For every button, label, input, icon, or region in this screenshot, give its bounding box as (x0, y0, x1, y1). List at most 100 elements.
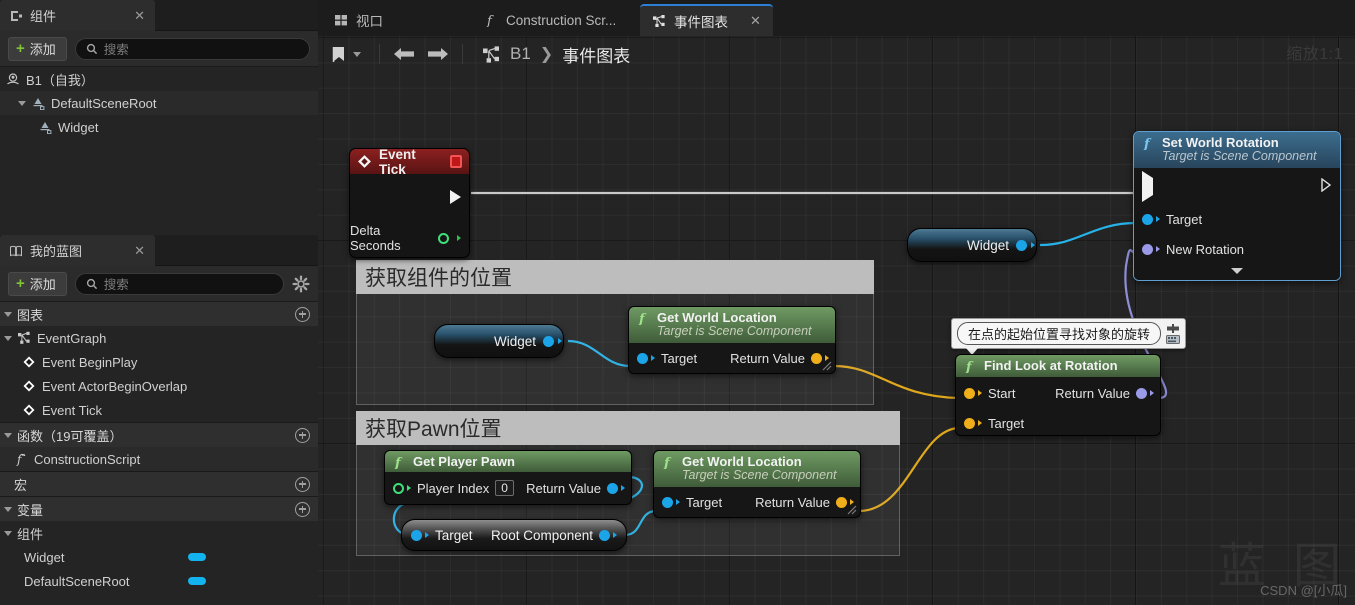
tab-construction-script[interactable]: f Construction Scr... (472, 4, 628, 36)
resize-grip-icon[interactable] (844, 502, 857, 515)
variable-item-defaultsceneroot[interactable]: DefaultSceneRoot (0, 569, 318, 593)
exec-out-pin[interactable] (450, 190, 461, 204)
pin-return-value-label: Return Value (526, 480, 601, 496)
pin-target-label: Target (988, 415, 1025, 431)
node-root-component-get[interactable]: Target Root Component (401, 519, 627, 551)
comment-box-pawn-location-title: 获取Pawn位置 (356, 411, 900, 445)
node-get-player-pawn[interactable]: f Get Player Pawn Player Index 0 Return … (384, 450, 632, 505)
pin-delta-seconds[interactable]: Delta Seconds (350, 223, 461, 253)
function-icon: f (484, 13, 498, 27)
exec-in-pin[interactable] (1142, 171, 1153, 202)
variable-type-pill (188, 577, 206, 585)
list-item-eventgraph[interactable]: EventGraph (0, 326, 318, 350)
pin-target[interactable]: Target (662, 491, 722, 513)
pin-dot[interactable] (411, 529, 422, 541)
blueprint-graph-canvas[interactable]: 获取组件的位置 获取Pawn位置 Event Tick Delta Second… (318, 36, 1355, 605)
node-set-world-rotation[interactable]: f Set World Rotation Target is Scene Com… (1133, 131, 1341, 281)
components-add-button[interactable]: + 添加 (8, 36, 67, 61)
node-event-tick-body: Delta Seconds (350, 174, 469, 257)
components-search-input[interactable]: 搜索 (74, 37, 310, 60)
node-event-tick[interactable]: Event Tick Delta Seconds (349, 148, 470, 258)
variable-item-widget[interactable]: Widget (0, 545, 318, 569)
back-button[interactable] (387, 41, 421, 67)
blueprint-editor-window: 组件 ✕ + 添加 搜索 B1（自我） DefaultSceneRoot Wid… (0, 0, 1355, 605)
chevron-down-icon (353, 51, 361, 57)
my-blueprint-tabbar: 我的蓝图 ✕ (0, 235, 318, 266)
list-item-event-beginplay-label: Event BeginPlay (42, 354, 138, 370)
blueprint-search-placeholder: 搜索 (103, 278, 129, 292)
bookmark-button[interactable] (326, 41, 372, 67)
chevron-down-icon[interactable] (18, 100, 26, 106)
pin-dot[interactable] (1016, 239, 1027, 251)
node-get-world-location-1[interactable]: f Get World Location Target is Scene Com… (628, 306, 836, 374)
pin-player-index[interactable]: Player Index 0 (393, 477, 514, 499)
section-variables[interactable]: 变量 (0, 497, 318, 521)
add-function-button[interactable] (295, 427, 310, 443)
chevron-down-icon[interactable] (4, 311, 12, 317)
pin-start[interactable]: Start (964, 382, 1015, 404)
chevron-down-icon[interactable] (4, 530, 12, 536)
pin-dot[interactable] (599, 529, 610, 541)
list-item-constructionscript[interactable]: f ConstructionScript (0, 447, 318, 471)
pin-return-value-label: Return Value (730, 350, 805, 366)
node-event-tick-header: Event Tick (350, 149, 469, 177)
breadcrumb-root[interactable]: B1 (510, 44, 531, 64)
add-variable-button[interactable] (295, 501, 310, 517)
scene-component-icon (31, 96, 45, 110)
pin-return-value[interactable]: Return Value (1055, 382, 1154, 404)
pin-return-value[interactable]: Return Value (526, 477, 625, 499)
tab-components-close[interactable]: ✕ (116, 9, 145, 22)
tab-my-blueprint[interactable]: 我的蓝图 ✕ (0, 235, 155, 266)
chevron-down-icon[interactable] (4, 335, 12, 341)
list-item-event-tick[interactable]: Event Tick (0, 398, 318, 422)
forward-button[interactable] (421, 41, 455, 67)
section-macros[interactable]: 宏 (0, 472, 318, 496)
pin-dot[interactable] (543, 335, 554, 347)
list-item-constructionscript-label: ConstructionScript (34, 451, 141, 467)
gear-icon[interactable] (292, 274, 310, 293)
expand-node-button[interactable] (1134, 268, 1340, 274)
tab-components[interactable]: 组件 ✕ (0, 0, 155, 31)
tree-item-defaultsceneroot[interactable]: DefaultSceneRoot (0, 91, 318, 115)
section-graphs[interactable]: 图表 (0, 302, 318, 326)
section-functions[interactable]: 函数（19可覆盖） (0, 423, 318, 447)
add-graph-button[interactable] (295, 306, 310, 322)
player-index-value-field[interactable]: 0 (495, 480, 514, 496)
pin-new-rotation[interactable]: New Rotation (1142, 238, 1244, 260)
node-body: Target New Rotation (1134, 168, 1340, 280)
list-item-event-actorbeginoverlap[interactable]: Event ActorBeginOverlap (0, 374, 318, 398)
pin-icon[interactable] (1166, 323, 1180, 333)
svg-text:f: f (1143, 137, 1152, 150)
tab-viewport[interactable]: 视口 (322, 4, 395, 36)
breakpoint-icon[interactable] (449, 155, 462, 168)
tab-my-blueprint-close[interactable]: ✕ (116, 244, 145, 257)
chevron-down-icon[interactable] (4, 432, 12, 438)
tab-viewport-label: 视口 (356, 14, 383, 29)
tree-item-widget[interactable]: Widget (0, 115, 318, 139)
pin-target[interactable]: Target (1142, 208, 1202, 230)
section-components-vars[interactable]: 组件 (0, 521, 318, 545)
resize-grip-icon[interactable] (819, 358, 832, 371)
keyboard-icon[interactable] (1166, 334, 1181, 344)
node-get-world-location-2[interactable]: f Get World Location Target is Scene Com… (653, 450, 861, 518)
pin-target[interactable]: Target (964, 412, 1024, 434)
blueprint-search-input[interactable]: 搜索 (74, 272, 284, 295)
node-widget-get-1[interactable]: Widget (434, 324, 564, 358)
list-item-event-beginplay[interactable]: Event BeginPlay (0, 350, 318, 374)
tab-event-graph[interactable]: 事件图表 ✕ (640, 4, 773, 36)
pin-return-value[interactable]: Return Value (730, 347, 829, 369)
tab-event-graph-label: 事件图表 (674, 15, 728, 30)
node-widget-get-2[interactable]: Widget (907, 228, 1037, 262)
chevron-down-icon[interactable] (4, 506, 12, 512)
blueprint-add-button[interactable]: + 添加 (8, 271, 67, 296)
pin-return-value[interactable]: Return Value (755, 491, 854, 513)
add-macro-button[interactable] (295, 476, 310, 492)
tab-event-graph-close[interactable]: ✕ (750, 13, 761, 29)
exec-out-pin[interactable] (1321, 178, 1332, 192)
node-widget-get-2-label: Widget (966, 237, 1009, 253)
node-header: f Get World Location Target is Scene Com… (629, 307, 835, 343)
tree-item-self[interactable]: B1（自我） (0, 67, 318, 91)
node-find-look-at-rotation[interactable]: f Find Look at Rotation Start Target Ret… (955, 354, 1161, 436)
pin-target[interactable]: Target (637, 347, 697, 369)
section-variables-title: 变量 (17, 502, 44, 518)
